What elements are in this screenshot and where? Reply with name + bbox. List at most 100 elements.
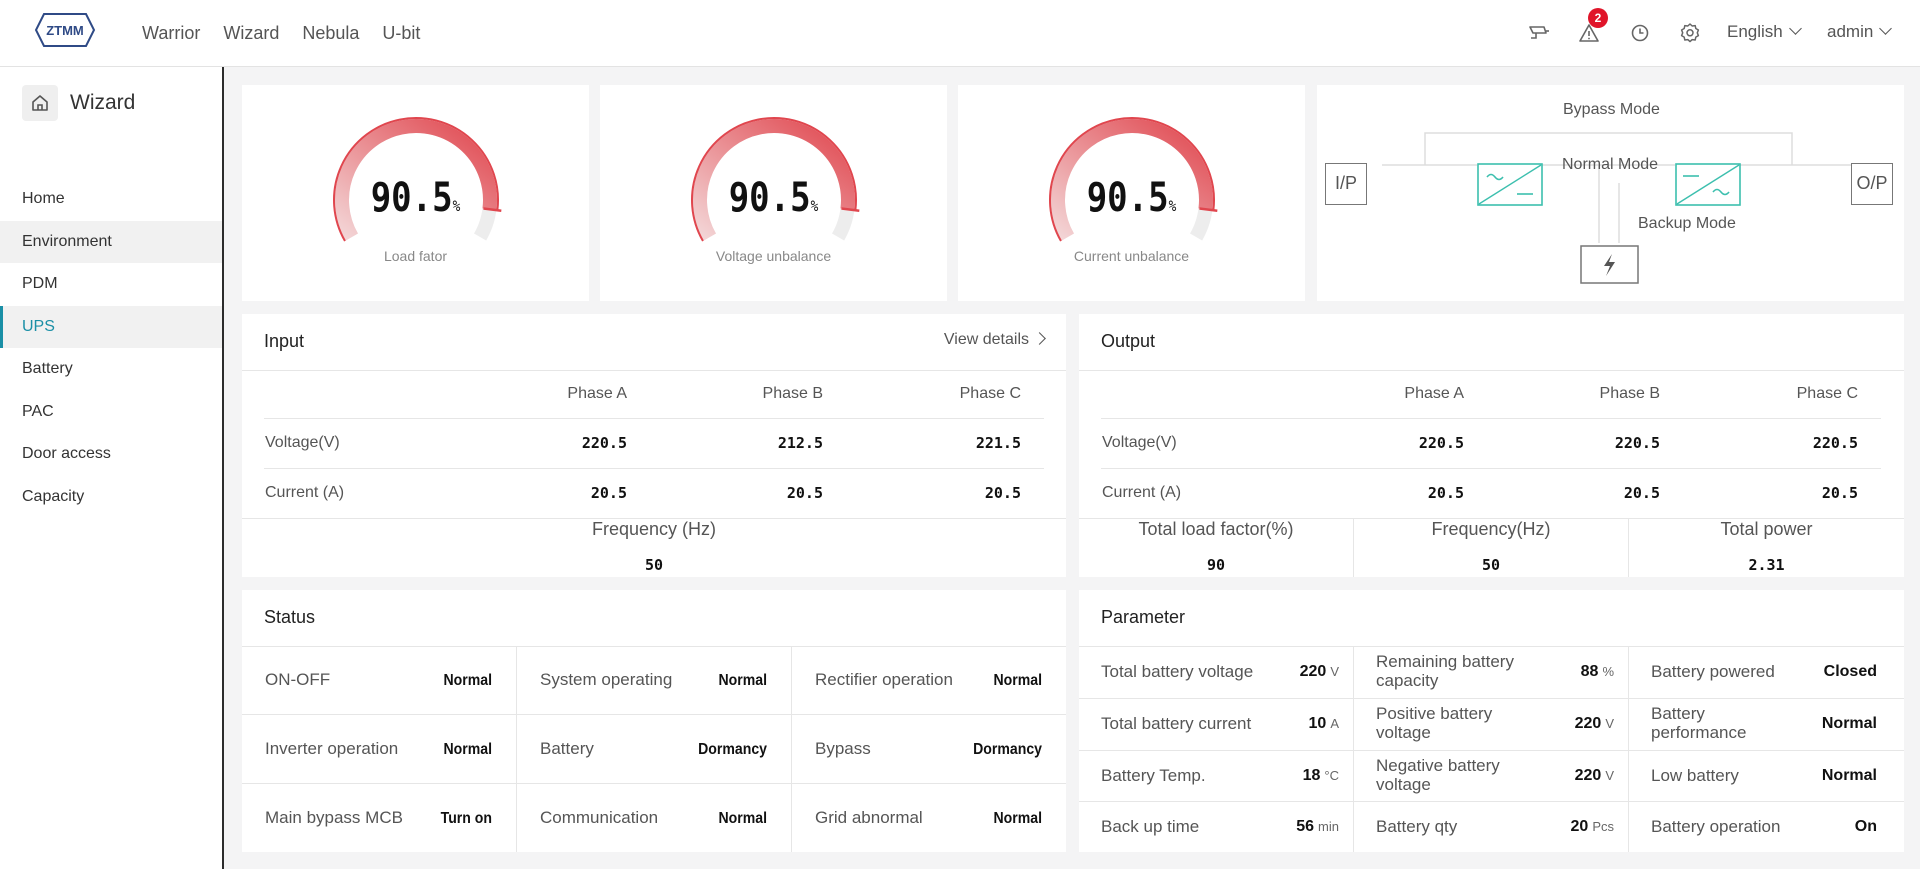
status-label: Inverter operation bbox=[265, 739, 399, 758]
output-frequency-label: Frequency(Hz) bbox=[1431, 519, 1551, 539]
param-number: Normal bbox=[1821, 767, 1877, 784]
sidebar-item-battery[interactable]: Battery bbox=[0, 348, 222, 391]
param-unit: Pcs bbox=[1592, 819, 1614, 834]
param-label: Battery operation bbox=[1651, 817, 1781, 836]
sidebar-list: Home Environment PDM UPS Battery PAC Doo… bbox=[0, 178, 222, 518]
divider bbox=[1628, 646, 1629, 852]
divider bbox=[264, 418, 1044, 419]
divider bbox=[1079, 801, 1904, 802]
param-label: Battery Temp. bbox=[1101, 766, 1206, 785]
nav-wizard[interactable]: Wizard bbox=[223, 23, 279, 44]
status-value: Normal bbox=[993, 810, 1042, 827]
output-port: O/P bbox=[1851, 163, 1893, 205]
gauge-unit: % bbox=[810, 197, 819, 215]
param-value: 88% bbox=[1504, 663, 1614, 681]
param-number: 88 bbox=[1580, 663, 1599, 680]
total-load-factor-value: 90 bbox=[1206, 556, 1226, 574]
clock-icon[interactable] bbox=[1628, 21, 1652, 45]
status-value: Normal bbox=[443, 741, 492, 758]
param-unit: V bbox=[1605, 768, 1614, 783]
param-value: 56 min bbox=[1229, 818, 1339, 836]
sidebar-item-pac[interactable]: PAC bbox=[0, 391, 222, 434]
nav-u-bit[interactable]: U-bit bbox=[382, 23, 420, 44]
gauge-label: Voltage unbalance bbox=[715, 248, 832, 264]
total-load-factor-label: Total load factor(%) bbox=[1138, 519, 1294, 539]
voltage-phase-a: 220.5 bbox=[581, 434, 627, 452]
sidebar-title: Wizard bbox=[70, 91, 136, 114]
chevron-down-icon bbox=[1879, 22, 1893, 35]
battery-bolt-icon bbox=[1580, 245, 1639, 284]
current-phase-a: 20.5 bbox=[1427, 484, 1464, 502]
camera-icon[interactable] bbox=[1527, 21, 1551, 45]
param-value: 220 V bbox=[1504, 715, 1614, 733]
param-number: On bbox=[1854, 818, 1877, 835]
phase-b-header: Phase B bbox=[1599, 385, 1660, 402]
voltage-label: Voltage(V) bbox=[1102, 434, 1177, 451]
status-label: Grid abnormal bbox=[815, 808, 923, 827]
gear-icon[interactable] bbox=[1678, 21, 1702, 45]
status-value: Normal bbox=[993, 672, 1042, 689]
language-select[interactable]: English bbox=[1727, 22, 1802, 42]
gauge-label: Current unbalance bbox=[1073, 248, 1190, 264]
input-title: Input bbox=[264, 331, 305, 351]
param-number: 10 bbox=[1308, 715, 1327, 732]
param-label: Battery qty bbox=[1376, 817, 1458, 836]
status-panel: Status ON-OFF Normal System operating No… bbox=[242, 590, 1066, 852]
divider bbox=[242, 370, 1066, 371]
frequency-label: Frequency (Hz) bbox=[591, 519, 717, 539]
gauge-card-load: 90.5% Load fator bbox=[242, 85, 589, 301]
param-unit: min bbox=[1318, 819, 1339, 834]
nav-nebula[interactable]: Nebula bbox=[302, 23, 359, 44]
view-details-label: View details bbox=[943, 331, 1029, 348]
sidebar-item-environment[interactable]: Environment bbox=[0, 220, 222, 263]
phase-a-header: Phase A bbox=[1404, 385, 1464, 402]
view-details-link[interactable]: View details bbox=[943, 331, 1046, 349]
language-label: English bbox=[1727, 22, 1783, 41]
param-label: Battery powered bbox=[1651, 662, 1775, 681]
total-power-label: Total power bbox=[1720, 519, 1813, 539]
param-value: 20 Pcs bbox=[1504, 818, 1614, 836]
divider bbox=[516, 646, 517, 852]
sidebar-item-capacity[interactable]: Capacity bbox=[0, 476, 222, 519]
svg-text:ZTMM: ZTMM bbox=[46, 23, 84, 38]
voltage-phase-b: 220.5 bbox=[1614, 434, 1660, 452]
home-icon bbox=[32, 95, 48, 111]
param-value: Closed bbox=[1771, 663, 1881, 681]
divider bbox=[242, 783, 1066, 784]
parameter-panel: Parameter Total battery voltage 220 V Rem… bbox=[1079, 590, 1904, 852]
param-number: 20 bbox=[1570, 818, 1589, 835]
input-port: I/P bbox=[1325, 163, 1367, 205]
status-label: Bypass bbox=[815, 739, 871, 758]
gauge-value: 90.5% bbox=[268, 175, 563, 221]
gauge-card-voltage-unbalance: 90.5% Voltage unbalance bbox=[600, 85, 947, 301]
sidebar-item-pdm[interactable]: PDM bbox=[0, 263, 222, 306]
param-number: Normal bbox=[1821, 715, 1877, 732]
divider bbox=[242, 714, 1066, 715]
gauge-card-current-unbalance: 90.5% Current unbalance bbox=[958, 85, 1305, 301]
normal-mode-label: Normal Mode bbox=[1562, 156, 1659, 173]
sidebar-item-home[interactable]: Home bbox=[0, 178, 222, 221]
home-button[interactable] bbox=[22, 85, 58, 121]
divider bbox=[242, 646, 1066, 647]
divider bbox=[1079, 698, 1904, 699]
company-logo[interactable]: ZTMM bbox=[34, 12, 96, 48]
param-unit: % bbox=[1602, 664, 1614, 679]
user-menu[interactable]: admin bbox=[1827, 22, 1893, 42]
sidebar-item-door-access[interactable]: Door access bbox=[0, 433, 222, 476]
output-panel: Output Phase A Phase B Phase C Voltage(V… bbox=[1079, 314, 1904, 577]
current-phase-c: 20.5 bbox=[1821, 484, 1858, 502]
param-number: 56 bbox=[1296, 818, 1315, 835]
param-number: 220 bbox=[1574, 767, 1602, 784]
status-value: Dormancy bbox=[698, 741, 767, 758]
gauge-label: Load fator bbox=[383, 248, 448, 264]
output-title: Output bbox=[1101, 331, 1156, 351]
param-number: 220 bbox=[1574, 715, 1602, 732]
nav-warrior[interactable]: Warrior bbox=[142, 23, 200, 44]
voltage-phase-c: 220.5 bbox=[1812, 434, 1858, 452]
status-label: Rectifier operation bbox=[815, 670, 953, 689]
divider bbox=[1101, 418, 1881, 419]
divider bbox=[1079, 646, 1904, 647]
param-value: On bbox=[1771, 818, 1881, 836]
status-value: Normal bbox=[718, 810, 767, 827]
sidebar-item-ups[interactable]: UPS bbox=[0, 305, 222, 348]
